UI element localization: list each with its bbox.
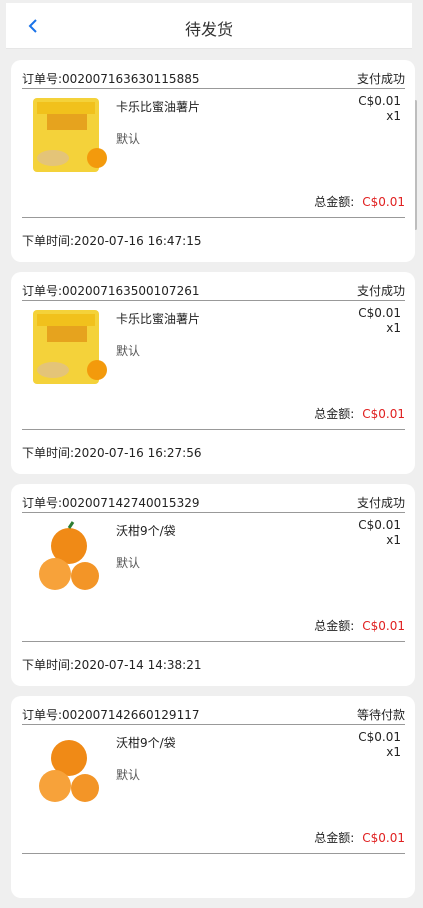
total-label: 总金额: <box>314 619 355 633</box>
order-number: 订单号:002007142660129117 <box>22 708 200 722</box>
product-image-chips[interactable] <box>27 94 111 178</box>
divider <box>22 853 405 854</box>
order-header-row: 订单号:002007142660129117 等待付款 <box>22 704 405 725</box>
app-header: 待发货 <box>6 3 412 49</box>
order-status: 支付成功 <box>356 496 405 510</box>
order-list: 订单号:002007163630115885 支付成功 卡乐比蜜油薯片 默认 C… <box>11 60 415 908</box>
product-spec: 默认 <box>116 344 141 358</box>
total-label: 总金额: <box>314 195 355 209</box>
product-price: C$0.01 <box>358 94 401 108</box>
product-image-oranges[interactable] <box>27 730 111 814</box>
order-number: 订单号:002007163630115885 <box>22 72 200 86</box>
divider <box>22 217 405 218</box>
total-label: 总金额: <box>314 407 355 421</box>
product-price: C$0.01 <box>358 730 401 744</box>
order-status: 支付成功 <box>356 72 405 86</box>
order-card[interactable]: 订单号:002007163500107261 支付成功 卡乐比蜜油薯片 默认 C… <box>11 272 415 474</box>
product-name: 卡乐比蜜油薯片 <box>116 312 201 326</box>
product-qty: x1 <box>386 109 401 123</box>
order-card[interactable]: 订单号:002007142660129117 等待付款 沃柑9个/袋 默认 C$… <box>11 696 415 898</box>
order-header-row: 订单号:002007163500107261 支付成功 <box>22 280 405 301</box>
order-card[interactable]: 订单号:002007163630115885 支付成功 卡乐比蜜油薯片 默认 C… <box>11 60 415 262</box>
product-spec: 默认 <box>116 556 141 570</box>
order-card[interactable]: 订单号:002007142740015329 支付成功 沃柑9个/袋 默认 C$… <box>11 484 415 686</box>
product-name: 沃柑9个/袋 <box>116 736 176 750</box>
total-amount: C$0.01 <box>362 619 405 633</box>
total-amount: C$0.01 <box>362 195 405 209</box>
product-spec: 默认 <box>116 132 141 146</box>
total-amount: C$0.01 <box>362 831 405 845</box>
total-amount: C$0.01 <box>362 407 405 421</box>
order-status: 支付成功 <box>356 284 405 298</box>
order-time: 下单时间:2020-07-16 16:47:15 <box>22 234 202 248</box>
order-status: 等待付款 <box>356 708 405 722</box>
divider <box>22 429 405 430</box>
product-name: 沃柑9个/袋 <box>116 524 176 538</box>
product-price: C$0.01 <box>358 518 401 532</box>
order-total: 总金额: C$0.01 <box>314 193 405 210</box>
product-price: C$0.01 <box>358 306 401 320</box>
product-qty: x1 <box>386 745 401 759</box>
divider <box>22 641 405 642</box>
order-time: 下单时间:2020-07-14 14:38:21 <box>22 658 202 672</box>
product-image-oranges[interactable] <box>27 518 111 602</box>
order-time: 下单时间:2020-07-16 16:27:56 <box>22 446 202 460</box>
order-total: 总金额: C$0.01 <box>314 617 405 634</box>
order-total: 总金额: C$0.01 <box>314 829 405 846</box>
product-image-chips[interactable] <box>27 306 111 390</box>
order-number: 订单号:002007142740015329 <box>22 496 200 510</box>
total-label: 总金额: <box>314 831 355 845</box>
order-number: 订单号:002007163500107261 <box>22 284 200 298</box>
product-qty: x1 <box>386 533 401 547</box>
order-header-row: 订单号:002007163630115885 支付成功 <box>22 68 405 89</box>
product-name: 卡乐比蜜油薯片 <box>116 100 201 114</box>
page-title: 待发货 <box>184 20 233 39</box>
order-total: 总金额: C$0.01 <box>314 405 405 422</box>
product-qty: x1 <box>386 321 401 335</box>
order-header-row: 订单号:002007142740015329 支付成功 <box>22 492 405 513</box>
product-spec: 默认 <box>116 768 141 782</box>
